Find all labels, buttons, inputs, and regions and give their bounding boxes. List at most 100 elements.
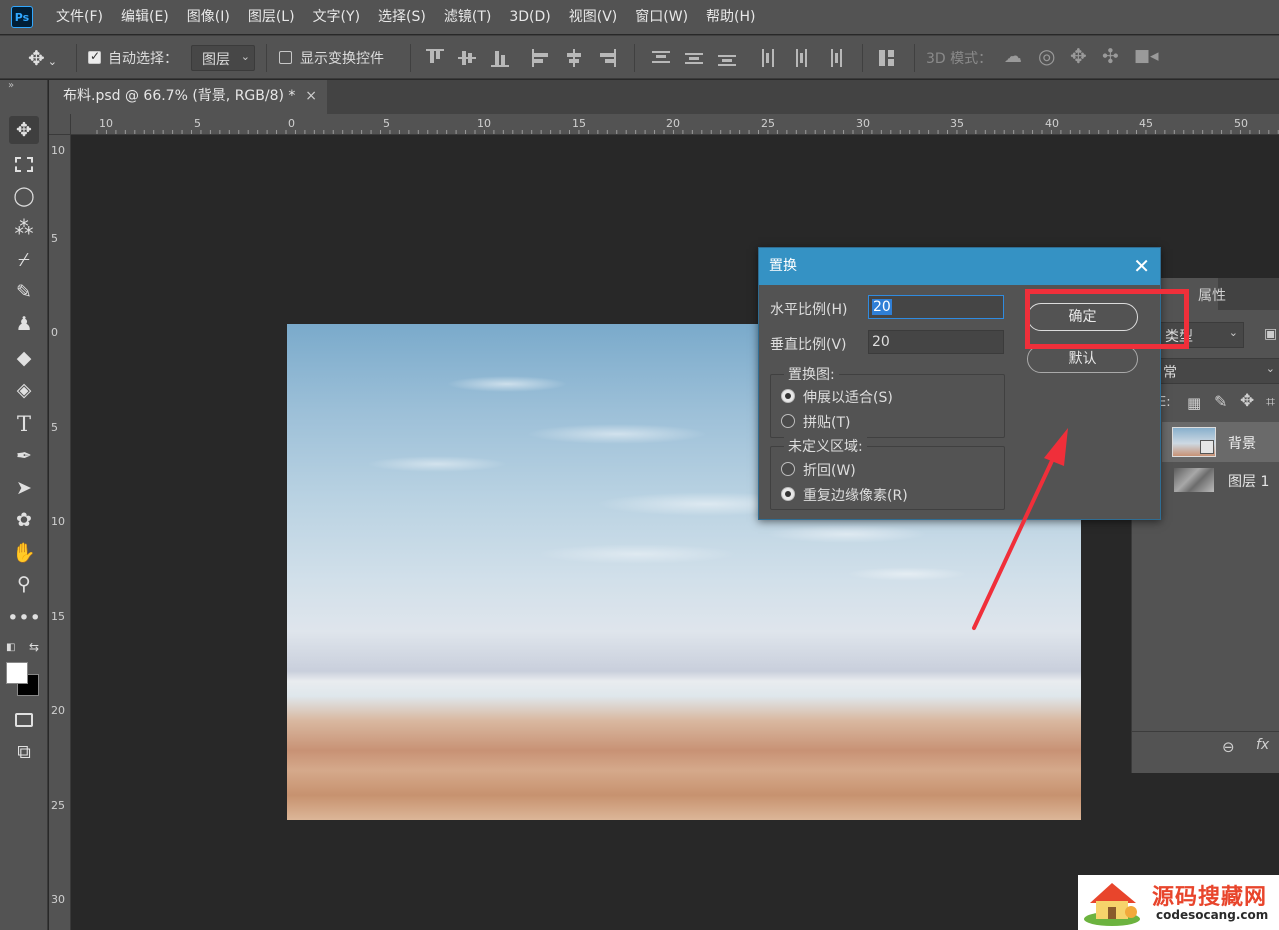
layer-row-layer1[interactable]: 图层 1 bbox=[1162, 462, 1279, 498]
tile-radio[interactable] bbox=[781, 414, 795, 428]
move-tool-preset-icon[interactable]: ✥ ⌄ bbox=[28, 46, 57, 70]
image-filter-icon[interactable]: ▣ bbox=[1264, 326, 1277, 342]
custom-shape-tool-icon[interactable]: ✿ bbox=[9, 506, 39, 534]
screen-mode-icon[interactable]: ⧉ bbox=[9, 738, 39, 766]
chevron-down-icon: ⌄ bbox=[1265, 362, 1275, 375]
default-button[interactable]: 默认 bbox=[1027, 345, 1138, 373]
undefined-areas-title: 未定义区域: bbox=[784, 436, 867, 456]
align-right-icon[interactable] bbox=[598, 49, 616, 67]
auto-select-label: 自动选择： bbox=[108, 51, 178, 67]
pen-tool-icon[interactable]: ✒ bbox=[9, 442, 39, 470]
eraser-tool-icon[interactable]: ◆ bbox=[9, 344, 39, 372]
close-icon[interactable]: ✕ bbox=[1133, 248, 1150, 285]
ruler-label: 15 bbox=[51, 610, 65, 623]
align-horizontal-center-icon[interactable] bbox=[565, 49, 583, 67]
auto-select-checkbox[interactable] bbox=[88, 49, 101, 64]
vertical-scale-input[interactable]: 20 bbox=[868, 330, 1004, 354]
blend-mode-value: 常 bbox=[1163, 365, 1177, 381]
paint-bucket-tool-icon[interactable]: ◈ bbox=[9, 376, 39, 404]
lasso-tool-icon[interactable]: ◯ bbox=[9, 182, 39, 210]
menu-layer[interactable]: 图层(L) bbox=[239, 0, 304, 34]
divider bbox=[634, 44, 635, 72]
distribute-right-icon[interactable] bbox=[825, 49, 843, 67]
lock-transparent-icon[interactable]: ▦ bbox=[1187, 394, 1201, 412]
align-left-icon[interactable] bbox=[532, 49, 550, 67]
tab-properties[interactable]: 属性 bbox=[1198, 285, 1226, 305]
magic-wand-tool-icon[interactable]: ⁂ bbox=[9, 214, 39, 242]
lock-paint-icon[interactable]: ✎ bbox=[1214, 392, 1227, 411]
default-colors-icon[interactable]: ◧ bbox=[6, 642, 15, 653]
vertical-scale-value: 20 bbox=[872, 334, 890, 350]
move-tool-icon[interactable]: ✥ bbox=[9, 116, 39, 144]
align-top-icon[interactable] bbox=[426, 49, 444, 67]
scale-3d-icon[interactable]: ■◂ bbox=[1134, 46, 1159, 66]
menu-file[interactable]: 文件(F) bbox=[47, 0, 112, 34]
distribute-vcenter-icon[interactable] bbox=[685, 49, 703, 67]
brush-tool-icon[interactable]: ✎ bbox=[9, 278, 39, 306]
distribute-hcenter-icon[interactable] bbox=[792, 49, 810, 67]
lock-position-icon[interactable]: ✥ bbox=[1240, 391, 1254, 411]
wrap-around-radio[interactable] bbox=[781, 462, 795, 476]
distribute-bottom-icon[interactable] bbox=[718, 49, 736, 67]
watermark-url: codesocang.com bbox=[1156, 908, 1269, 922]
menu-image[interactable]: 图像(I) bbox=[178, 0, 239, 34]
document-tab-strip: 布料.psd @ 66.7% (背景, RGB/8) * × bbox=[49, 80, 1279, 114]
ruler-label: 5 bbox=[51, 421, 58, 434]
pan-3d-icon[interactable]: ✥ bbox=[1070, 44, 1087, 68]
ruler-label: 30 bbox=[51, 893, 65, 906]
orbit-3d-icon[interactable]: ☁ bbox=[1004, 46, 1022, 67]
slide-3d-icon[interactable]: ✣ bbox=[1102, 44, 1119, 68]
close-tab-icon[interactable]: × bbox=[305, 80, 317, 113]
foreground-color-swatch[interactable] bbox=[6, 662, 28, 684]
distribute-spacing-icon[interactable] bbox=[878, 49, 896, 67]
lock-artboard-icon[interactable]: ⌗ bbox=[1266, 392, 1275, 412]
vertical-ruler[interactable]: 10 5 0 5 10 15 20 25 30 bbox=[49, 135, 71, 930]
horizontal-ruler[interactable]: 10 5 0 5 10 15 20 25 30 35 40 45 50 bbox=[71, 114, 1279, 135]
distribute-top-icon[interactable] bbox=[652, 49, 670, 67]
menu-select[interactable]: 选择(S) bbox=[369, 0, 435, 34]
show-transform-label: 显示变换控件 bbox=[300, 51, 384, 67]
more-tools-icon[interactable]: ••• bbox=[7, 604, 41, 632]
link-layers-icon[interactable]: ⊖ bbox=[1222, 738, 1235, 756]
collapse-icon[interactable]: » bbox=[8, 80, 14, 91]
menu-3d[interactable]: 3D(D) bbox=[500, 0, 559, 34]
align-bottom-icon[interactable] bbox=[491, 49, 509, 67]
document-tab[interactable]: 布料.psd @ 66.7% (背景, RGB/8) * × bbox=[49, 80, 327, 114]
menu-window[interactable]: 窗口(W) bbox=[626, 0, 697, 34]
layer-row-background[interactable]: 背景 bbox=[1162, 422, 1279, 462]
hand-tool-icon[interactable]: ✋ bbox=[9, 538, 39, 566]
menu-view[interactable]: 视图(V) bbox=[560, 0, 627, 34]
stretch-to-fit-radio[interactable] bbox=[781, 389, 795, 403]
menu-type[interactable]: 文字(Y) bbox=[304, 0, 369, 34]
ruler-label: 10 bbox=[51, 144, 65, 157]
type-tool-icon[interactable]: T bbox=[9, 410, 39, 438]
quick-mask-icon[interactable] bbox=[9, 706, 39, 734]
repeat-edge-pixels-label: 重复边缘像素(R) bbox=[803, 488, 908, 504]
menu-edit[interactable]: 编辑(E) bbox=[112, 0, 178, 34]
ruler-label: 10 bbox=[51, 515, 65, 528]
horizontal-scale-input[interactable]: 20 bbox=[868, 295, 1004, 319]
vertical-scale-label: 垂直比例(V) bbox=[770, 337, 847, 353]
menu-help[interactable]: 帮助(H) bbox=[697, 0, 764, 34]
options-bar: ✥⌄ 自动选择： 图层 ⌄ 显示变换控件 3D 模式： ☁ ◎ ✥ ✣ ■◂ bbox=[0, 35, 1279, 79]
distribute-left-icon[interactable] bbox=[760, 49, 778, 67]
eyedropper-tool-icon[interactable]: ⌿ bbox=[9, 246, 39, 274]
path-selection-tool-icon[interactable]: ➤ bbox=[9, 474, 39, 502]
align-vertical-center-icon[interactable] bbox=[458, 49, 476, 67]
show-transform-checkbox[interactable] bbox=[279, 51, 292, 64]
menu-filter[interactable]: 滤镜(T) bbox=[435, 0, 500, 34]
blend-mode-dropdown[interactable]: 常 ⌄ bbox=[1158, 358, 1279, 384]
swap-colors-icon[interactable]: ⇆ bbox=[29, 640, 39, 654]
wrap-around-label: 折回(W) bbox=[803, 463, 856, 479]
stamp-tool-icon[interactable]: ♟ bbox=[9, 310, 39, 338]
auto-select-target-dropdown[interactable]: 图层 ⌄ bbox=[191, 45, 255, 71]
repeat-edge-pixels-radio[interactable] bbox=[781, 487, 795, 501]
zoom-tool-icon[interactable]: ⚲ bbox=[9, 570, 39, 598]
layer-name: 背景 bbox=[1228, 436, 1256, 452]
fx-icon[interactable]: fx bbox=[1256, 737, 1269, 753]
watermark-logo: 源码搜藏网 codesocang.com bbox=[1078, 875, 1279, 930]
ruler-origin[interactable] bbox=[49, 114, 71, 135]
marquee-tool-icon[interactable] bbox=[9, 150, 39, 178]
roll-3d-icon[interactable]: ◎ bbox=[1038, 44, 1055, 68]
ruler-label: 5 bbox=[51, 232, 58, 245]
